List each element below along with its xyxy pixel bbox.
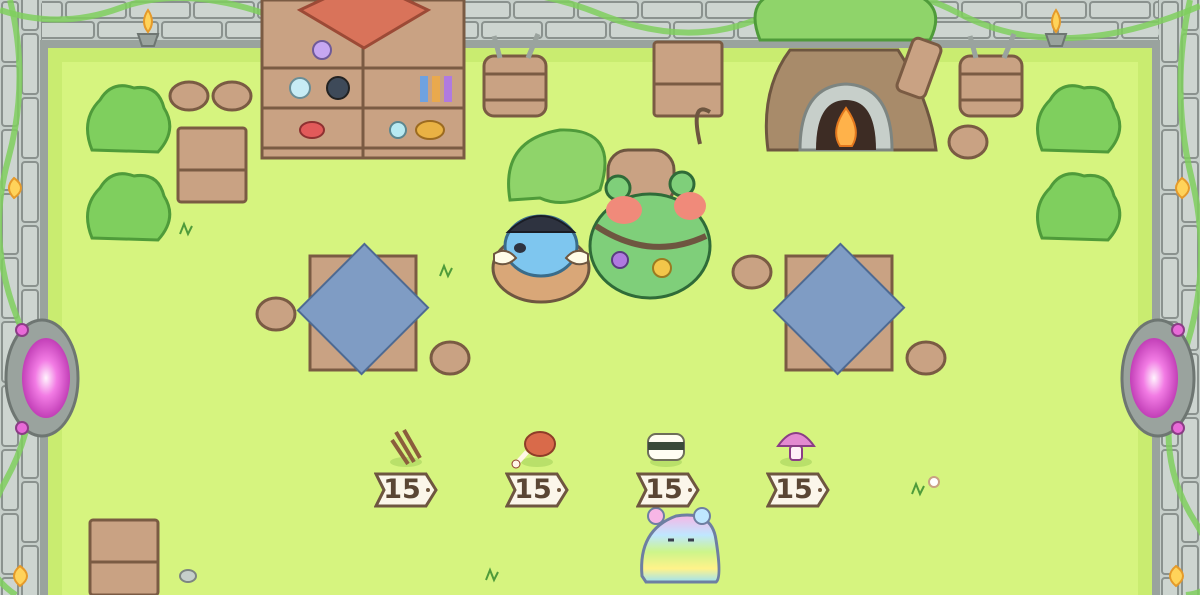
- rainbow-blob-player[interactable]: [640, 507, 721, 584]
- price-tag-meat[interactable]: 15: [505, 472, 569, 508]
- price-tag-sticks[interactable]: 15: [374, 472, 438, 508]
- tree-fireplace: [753, 0, 943, 152]
- left-portal[interactable]: [4, 318, 80, 438]
- right-portal[interactable]: [1120, 318, 1196, 438]
- scene-art: [0, 0, 1200, 595]
- item-price: 15: [514, 474, 552, 505]
- game-scene: 15 15 15 15: [0, 0, 1200, 595]
- sushi-icon[interactable]: [647, 433, 685, 467]
- item-shelf: [260, 0, 466, 160]
- item-price: 15: [383, 474, 421, 505]
- item-price: 15: [775, 474, 813, 505]
- item-price: 15: [645, 474, 683, 505]
- price-tag-mushroom[interactable]: 15: [766, 472, 830, 508]
- price-tag-sushi[interactable]: 15: [636, 472, 700, 508]
